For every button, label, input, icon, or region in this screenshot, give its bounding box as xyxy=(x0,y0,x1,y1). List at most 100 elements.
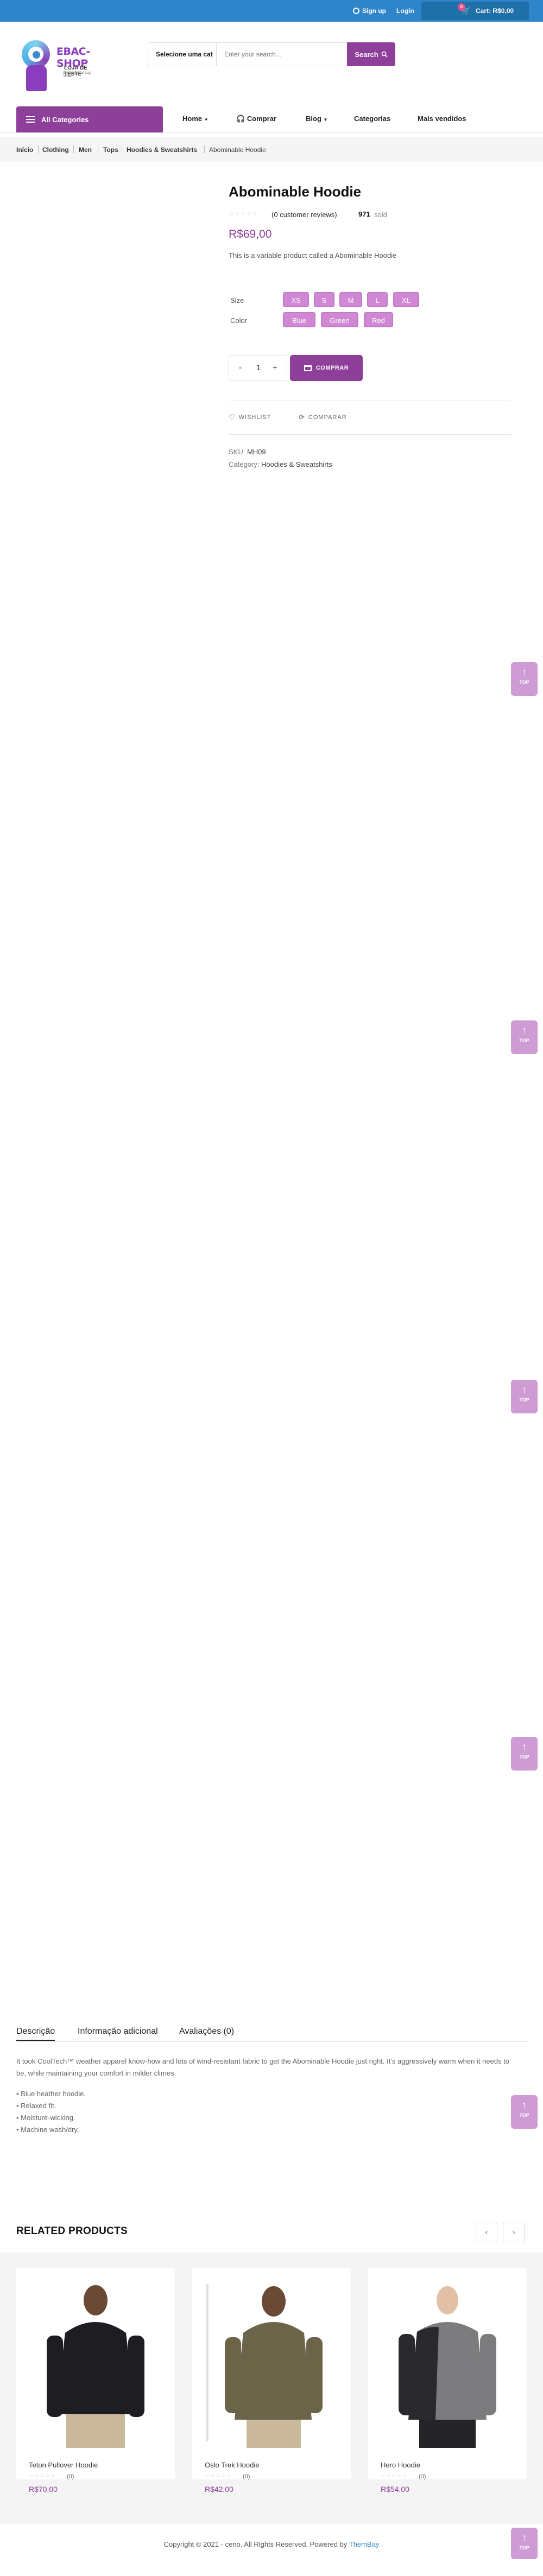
footer: Copyright © 2021 - ceno. All Rights Rese… xyxy=(0,2540,543,2548)
back-to-top-label: TOP xyxy=(519,1038,529,1043)
nav-mais-vendidos-label: Mais vendidos xyxy=(418,115,466,123)
size-option-l[interactable]: L xyxy=(367,292,388,307)
all-categories-button[interactable]: All Categories xyxy=(16,106,163,132)
product-card-name[interactable]: Oslo Trek Hoodie xyxy=(205,2461,259,2469)
qty-input[interactable]: 1 xyxy=(256,363,261,372)
logo-dot xyxy=(33,51,40,59)
qty-plus-button[interactable]: + xyxy=(273,363,277,372)
cart-button[interactable]: 🛒 0 Cart: R$0,00 xyxy=(421,2,529,20)
compare-button[interactable]: ⟳ COMPARAR xyxy=(299,413,347,422)
rating-stars: ☆☆☆☆☆ xyxy=(205,2473,232,2479)
search-input[interactable] xyxy=(217,43,347,66)
back-to-top-button[interactable]: ↑ TOP xyxy=(511,2095,538,2129)
signup-link[interactable]: Sign up xyxy=(353,7,386,15)
nav-blog[interactable]: Blog ▼ xyxy=(306,115,327,123)
size-option-m[interactable]: M xyxy=(339,292,362,307)
category-label: Category: xyxy=(229,460,260,468)
product-title: Abominable Hoodie xyxy=(229,183,362,200)
sku-value: MH09 xyxy=(247,448,266,456)
tab-avaliacoes[interactable]: Avaliações (0) xyxy=(179,2027,234,2036)
search-button[interactable]: Search xyxy=(347,42,395,66)
headset-icon: 🎧 xyxy=(236,115,245,123)
review-count: (0) xyxy=(67,2473,74,2480)
product-card-name[interactable]: Hero Hoodie xyxy=(381,2461,420,2469)
size-option-xl[interactable]: XL xyxy=(393,292,419,307)
nav-home[interactable]: Home ▼ xyxy=(182,115,209,123)
add-to-cart-button[interactable]: COMPRAR xyxy=(290,355,363,381)
cart-label: Cart xyxy=(476,7,489,15)
breadcrumb-item[interactable]: Tops xyxy=(103,146,118,154)
description-bullet: • Machine wash/dry. xyxy=(16,2125,79,2134)
nav-home-label: Home xyxy=(182,115,203,123)
site-logo[interactable]: EBAC-SHOP LOJA DE TESTE Simulações de Lo… xyxy=(22,38,92,92)
category-link[interactable]: Hoodies & Sweatshirts xyxy=(261,460,332,468)
breadcrumb-item[interactable]: Hoodies & Sweatshirts xyxy=(127,146,197,154)
cart-count-badge: 0 xyxy=(458,3,465,11)
product-card[interactable]: Oslo Trek Hoodie ☆☆☆☆☆ (0) R$42,00 xyxy=(192,2268,351,2493)
compare-label: COMPARAR xyxy=(308,414,347,421)
size-option-xs[interactable]: XS xyxy=(283,292,309,307)
nav-comprar[interactable]: 🎧 Comprar xyxy=(236,115,276,123)
tab-descricao[interactable]: Descrição xyxy=(16,2027,55,2041)
product-image xyxy=(47,2285,144,2448)
refresh-icon: ⟳ xyxy=(299,413,305,421)
cart-total: R$0,00 xyxy=(493,7,514,15)
logo-subtitle: Simulações de Loja Virtual xyxy=(63,72,92,78)
color-option-blue[interactable]: Blue xyxy=(283,312,315,327)
product-card-price: R$70,00 xyxy=(29,2485,58,2493)
add-to-cart-label: COMPRAR xyxy=(315,365,349,371)
rating-stars: ☆☆☆☆☆ xyxy=(381,2473,408,2479)
size-label: Size xyxy=(230,296,244,304)
color-option-red[interactable]: Red xyxy=(364,312,393,327)
heart-icon: ♡ xyxy=(229,413,236,421)
footer-copyright: Copyright © 2021 - ceno. All Rights Rese… xyxy=(163,2540,348,2548)
tab-informacao-adicional[interactable]: Informação adicional xyxy=(78,2027,158,2036)
product-image xyxy=(399,2286,496,2448)
search-icon xyxy=(381,51,388,58)
wishlist-button[interactable]: ♡ WISHLIST xyxy=(229,413,272,422)
breadcrumb-separator xyxy=(73,145,74,153)
product-price: R$69,00 xyxy=(229,228,272,240)
carousel-next-button[interactable]: › xyxy=(503,2223,525,2242)
back-to-top-button[interactable]: ↑ TOP xyxy=(511,1737,538,1771)
reviews-link[interactable]: (0 customer reviews) xyxy=(272,211,337,219)
wishlist-label: WISHLIST xyxy=(238,414,272,421)
qty-minus-button[interactable]: - xyxy=(239,363,242,372)
breadcrumb: Início Clothing Men Tops Hoodies & Sweat… xyxy=(0,137,543,162)
back-to-top-button[interactable]: ↑ TOP xyxy=(511,1020,538,1054)
signup-label: Sign up xyxy=(362,7,386,15)
chevron-down-icon: ▼ xyxy=(204,117,209,122)
nav-categorias[interactable]: Categorias xyxy=(354,115,390,123)
all-categories-label: All Categories xyxy=(41,115,89,124)
product-card[interactable]: Hero Hoodie ☆☆☆☆☆ (0) R$54,00 xyxy=(368,2268,527,2493)
breadcrumb-separator xyxy=(38,145,39,153)
color-label: Color xyxy=(230,316,248,325)
description-bullet: • Blue heather hoodie. xyxy=(16,2090,86,2098)
review-count: (0) xyxy=(243,2473,250,2480)
category-select[interactable]: Selecione uma cat xyxy=(148,43,217,66)
nav-mais-vendidos[interactable]: Mais vendidos xyxy=(418,115,466,123)
carousel-prev-button[interactable]: ‹ xyxy=(476,2223,497,2242)
size-option-s[interactable]: S xyxy=(314,292,334,307)
breadcrumb-item[interactable]: Clothing xyxy=(42,146,69,154)
color-option-green[interactable]: Green xyxy=(321,312,358,327)
login-label: Login xyxy=(396,7,414,15)
breadcrumb-current: Abominable Hoodie xyxy=(209,146,266,154)
product-image xyxy=(206,2284,323,2448)
breadcrumb-item[interactable]: Men xyxy=(79,146,92,154)
product-description: It took CoolTech™ weather apparel know-h… xyxy=(16,2057,509,2077)
product-card-name[interactable]: Teton Pullover Hoodie xyxy=(29,2461,98,2469)
breadcrumb-item[interactable]: Início xyxy=(16,146,33,154)
quantity-stepper: - 1 + xyxy=(229,356,287,380)
sku-label: SKU: xyxy=(229,448,245,456)
footer-brand-link[interactable]: ThemBay xyxy=(349,2540,380,2548)
nav-comprar-label: Comprar xyxy=(247,115,276,123)
back-to-top-button[interactable]: ↑ TOP xyxy=(511,1380,538,1413)
sku-row: SKU: MH09 xyxy=(229,448,266,456)
rating-stars: ☆☆☆☆☆ xyxy=(229,211,258,217)
category-row: Category: Hoodies & Sweatshirts xyxy=(229,460,332,468)
back-to-top-button[interactable]: ↑ TOP xyxy=(511,662,538,696)
product-card[interactable]: Teton Pullover Hoodie ☆☆☆☆☆ (0) R$70,00 xyxy=(16,2268,175,2493)
login-link[interactable]: Login xyxy=(396,7,414,15)
logo-hand-graphic xyxy=(26,65,47,91)
